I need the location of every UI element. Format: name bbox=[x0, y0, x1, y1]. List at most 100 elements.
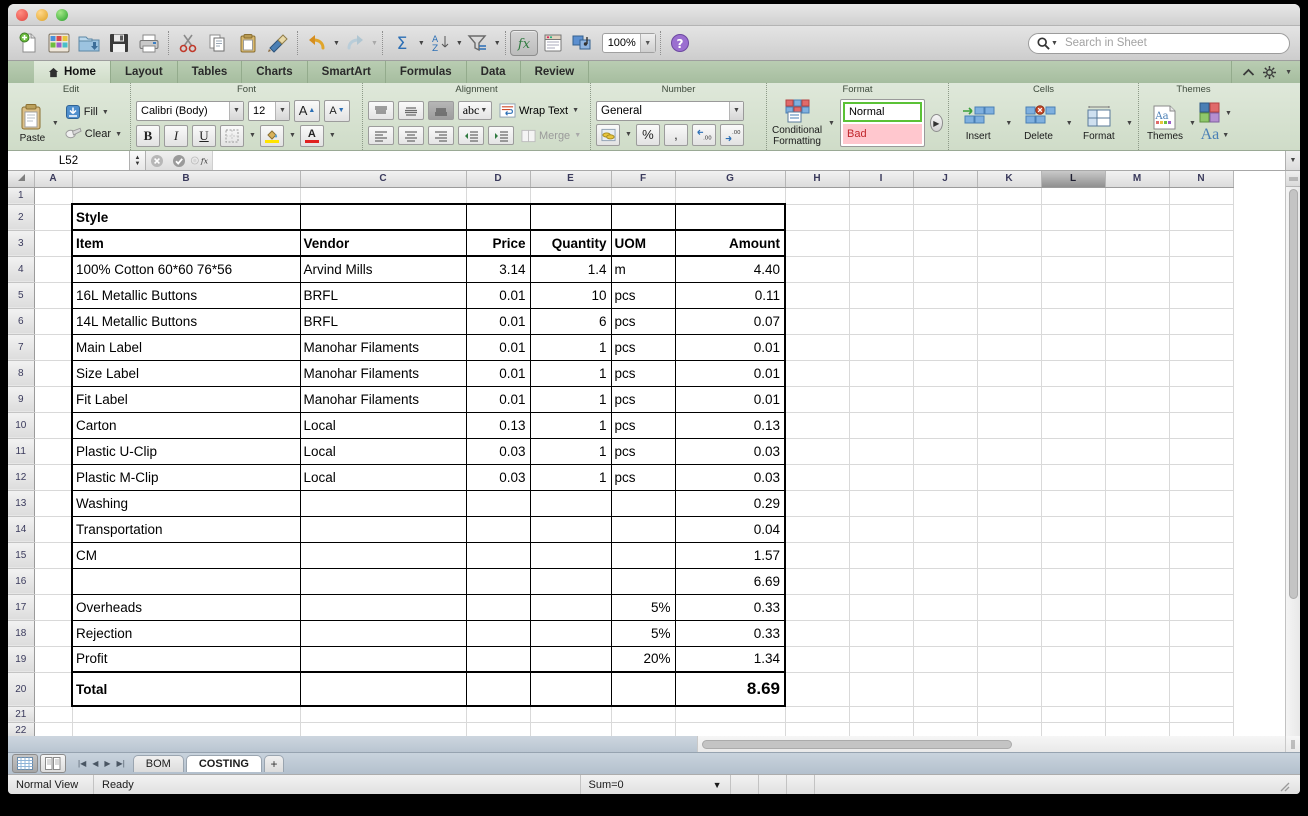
cell-B8[interactable]: Size Label bbox=[72, 360, 300, 386]
cell-L22[interactable] bbox=[1041, 722, 1105, 736]
cell-M19[interactable] bbox=[1105, 646, 1169, 672]
cell-B14[interactable]: Transportation bbox=[72, 516, 300, 542]
cell-E2[interactable] bbox=[530, 204, 611, 230]
cell-F14[interactable] bbox=[611, 516, 675, 542]
cell-D13[interactable] bbox=[466, 490, 530, 516]
clear-button[interactable]: Clear ▼ bbox=[62, 124, 125, 144]
cell-J5[interactable] bbox=[913, 282, 977, 308]
cell-G4[interactable]: 4.40 bbox=[675, 256, 785, 282]
cell-K2[interactable] bbox=[977, 204, 1041, 230]
minimize-button[interactable] bbox=[36, 9, 48, 21]
copy-icon[interactable] bbox=[203, 28, 233, 58]
cell-K21[interactable] bbox=[977, 706, 1041, 722]
cell-B22[interactable] bbox=[72, 722, 300, 736]
cell-L10[interactable] bbox=[1041, 412, 1105, 438]
cell-N8[interactable] bbox=[1169, 360, 1233, 386]
cell-G8[interactable]: 0.01 bbox=[675, 360, 785, 386]
cell-H2[interactable] bbox=[785, 204, 849, 230]
search-scope-arrow[interactable]: ▼ bbox=[1051, 40, 1058, 47]
cell-C12[interactable]: Local bbox=[300, 464, 466, 490]
cell-M10[interactable] bbox=[1105, 412, 1169, 438]
cell-J2[interactable] bbox=[913, 204, 977, 230]
cell-D15[interactable] bbox=[466, 542, 530, 568]
font-family-dropdown-arrow[interactable]: ▼ bbox=[229, 102, 243, 120]
align-right-button[interactable] bbox=[428, 126, 454, 145]
row-header-4[interactable]: 4 bbox=[8, 256, 34, 282]
insert-dropdown-arrow[interactable]: ▼ bbox=[1005, 120, 1012, 127]
cell-B21[interactable] bbox=[72, 706, 300, 722]
cell-E15[interactable] bbox=[530, 542, 611, 568]
cell-L18[interactable] bbox=[1041, 620, 1105, 646]
cell-A2[interactable] bbox=[34, 204, 72, 230]
cell-F11[interactable]: pcs bbox=[611, 438, 675, 464]
cell-D19[interactable] bbox=[466, 646, 530, 672]
cell-H13[interactable] bbox=[785, 490, 849, 516]
cell-C22[interactable] bbox=[300, 722, 466, 736]
cell-N18[interactable] bbox=[1169, 620, 1233, 646]
cell-I1[interactable] bbox=[849, 187, 913, 204]
cell-M22[interactable] bbox=[1105, 722, 1169, 736]
cell-F3[interactable]: UOM bbox=[611, 230, 675, 256]
cell-M11[interactable] bbox=[1105, 438, 1169, 464]
help-icon[interactable]: ? bbox=[665, 28, 695, 58]
cell-I4[interactable] bbox=[849, 256, 913, 282]
cell-M17[interactable] bbox=[1105, 594, 1169, 620]
gallery-icon[interactable] bbox=[44, 28, 74, 58]
settings-dropdown-arrow[interactable]: ▼ bbox=[1285, 69, 1292, 76]
cell-F9[interactable]: pcs bbox=[611, 386, 675, 412]
cell-H15[interactable] bbox=[785, 542, 849, 568]
first-sheet-icon[interactable]: |◀ bbox=[78, 759, 86, 768]
cell-A20[interactable] bbox=[34, 672, 72, 706]
theme-fonts-button[interactable]: Aa ▼ bbox=[1201, 126, 1230, 144]
clear-dropdown-arrow[interactable]: ▼ bbox=[115, 131, 122, 138]
number-format-dropdown-arrow[interactable]: ▼ bbox=[729, 102, 743, 120]
cell-L19[interactable] bbox=[1041, 646, 1105, 672]
zoom-dropdown-arrow[interactable]: ▼ bbox=[640, 34, 655, 52]
sheet-tab-bom[interactable]: BOM bbox=[133, 755, 184, 772]
cell-E3[interactable]: Quantity bbox=[530, 230, 611, 256]
cell-K13[interactable] bbox=[977, 490, 1041, 516]
cell-E22[interactable] bbox=[530, 722, 611, 736]
tab-formulas[interactable]: Formulas bbox=[386, 61, 467, 83]
cell-A17[interactable] bbox=[34, 594, 72, 620]
cell-B15[interactable]: CM bbox=[72, 542, 300, 568]
cell-K1[interactable] bbox=[977, 187, 1041, 204]
sort-icon[interactable]: A Z bbox=[425, 28, 455, 58]
format-painter-icon[interactable] bbox=[263, 28, 293, 58]
cell-J21[interactable] bbox=[913, 706, 977, 722]
row-header-9[interactable]: 9 bbox=[8, 386, 34, 412]
cell-H17[interactable] bbox=[785, 594, 849, 620]
cell-J6[interactable] bbox=[913, 308, 977, 334]
format-cells-button[interactable]: Format bbox=[1075, 105, 1123, 142]
cell-M12[interactable] bbox=[1105, 464, 1169, 490]
cell-F17[interactable]: 5% bbox=[611, 594, 675, 620]
cell-N3[interactable] bbox=[1169, 230, 1233, 256]
cell-K19[interactable] bbox=[977, 646, 1041, 672]
formula-builder-icon[interactable]: fx bbox=[510, 30, 538, 56]
cell-H14[interactable] bbox=[785, 516, 849, 542]
cell-I16[interactable] bbox=[849, 568, 913, 594]
cell-E21[interactable] bbox=[530, 706, 611, 722]
cell-H11[interactable] bbox=[785, 438, 849, 464]
cell-E6[interactable]: 6 bbox=[530, 308, 611, 334]
cell-H7[interactable] bbox=[785, 334, 849, 360]
cell-E17[interactable] bbox=[530, 594, 611, 620]
cell-L9[interactable] bbox=[1041, 386, 1105, 412]
cell-M4[interactable] bbox=[1105, 256, 1169, 282]
cell-L8[interactable] bbox=[1041, 360, 1105, 386]
cell-C5[interactable]: BRFL bbox=[300, 282, 466, 308]
cell-I13[interactable] bbox=[849, 490, 913, 516]
cell-M8[interactable] bbox=[1105, 360, 1169, 386]
orientation-button[interactable]: abc ▼ bbox=[458, 101, 492, 120]
cell-C21[interactable] bbox=[300, 706, 466, 722]
cell-J19[interactable] bbox=[913, 646, 977, 672]
normal-view-icon[interactable] bbox=[12, 754, 38, 773]
font-family-combobox[interactable]: Calibri (Body) ▼ bbox=[136, 101, 244, 121]
cell-G14[interactable]: 0.04 bbox=[675, 516, 785, 542]
insert-cells-button[interactable]: Insert bbox=[954, 105, 1002, 142]
cell-E18[interactable] bbox=[530, 620, 611, 646]
cell-C8[interactable]: Manohar Filaments bbox=[300, 360, 466, 386]
cell-M20[interactable] bbox=[1105, 672, 1169, 706]
theme-colors-button[interactable]: ▼ bbox=[1198, 102, 1232, 124]
cell-B10[interactable]: Carton bbox=[72, 412, 300, 438]
